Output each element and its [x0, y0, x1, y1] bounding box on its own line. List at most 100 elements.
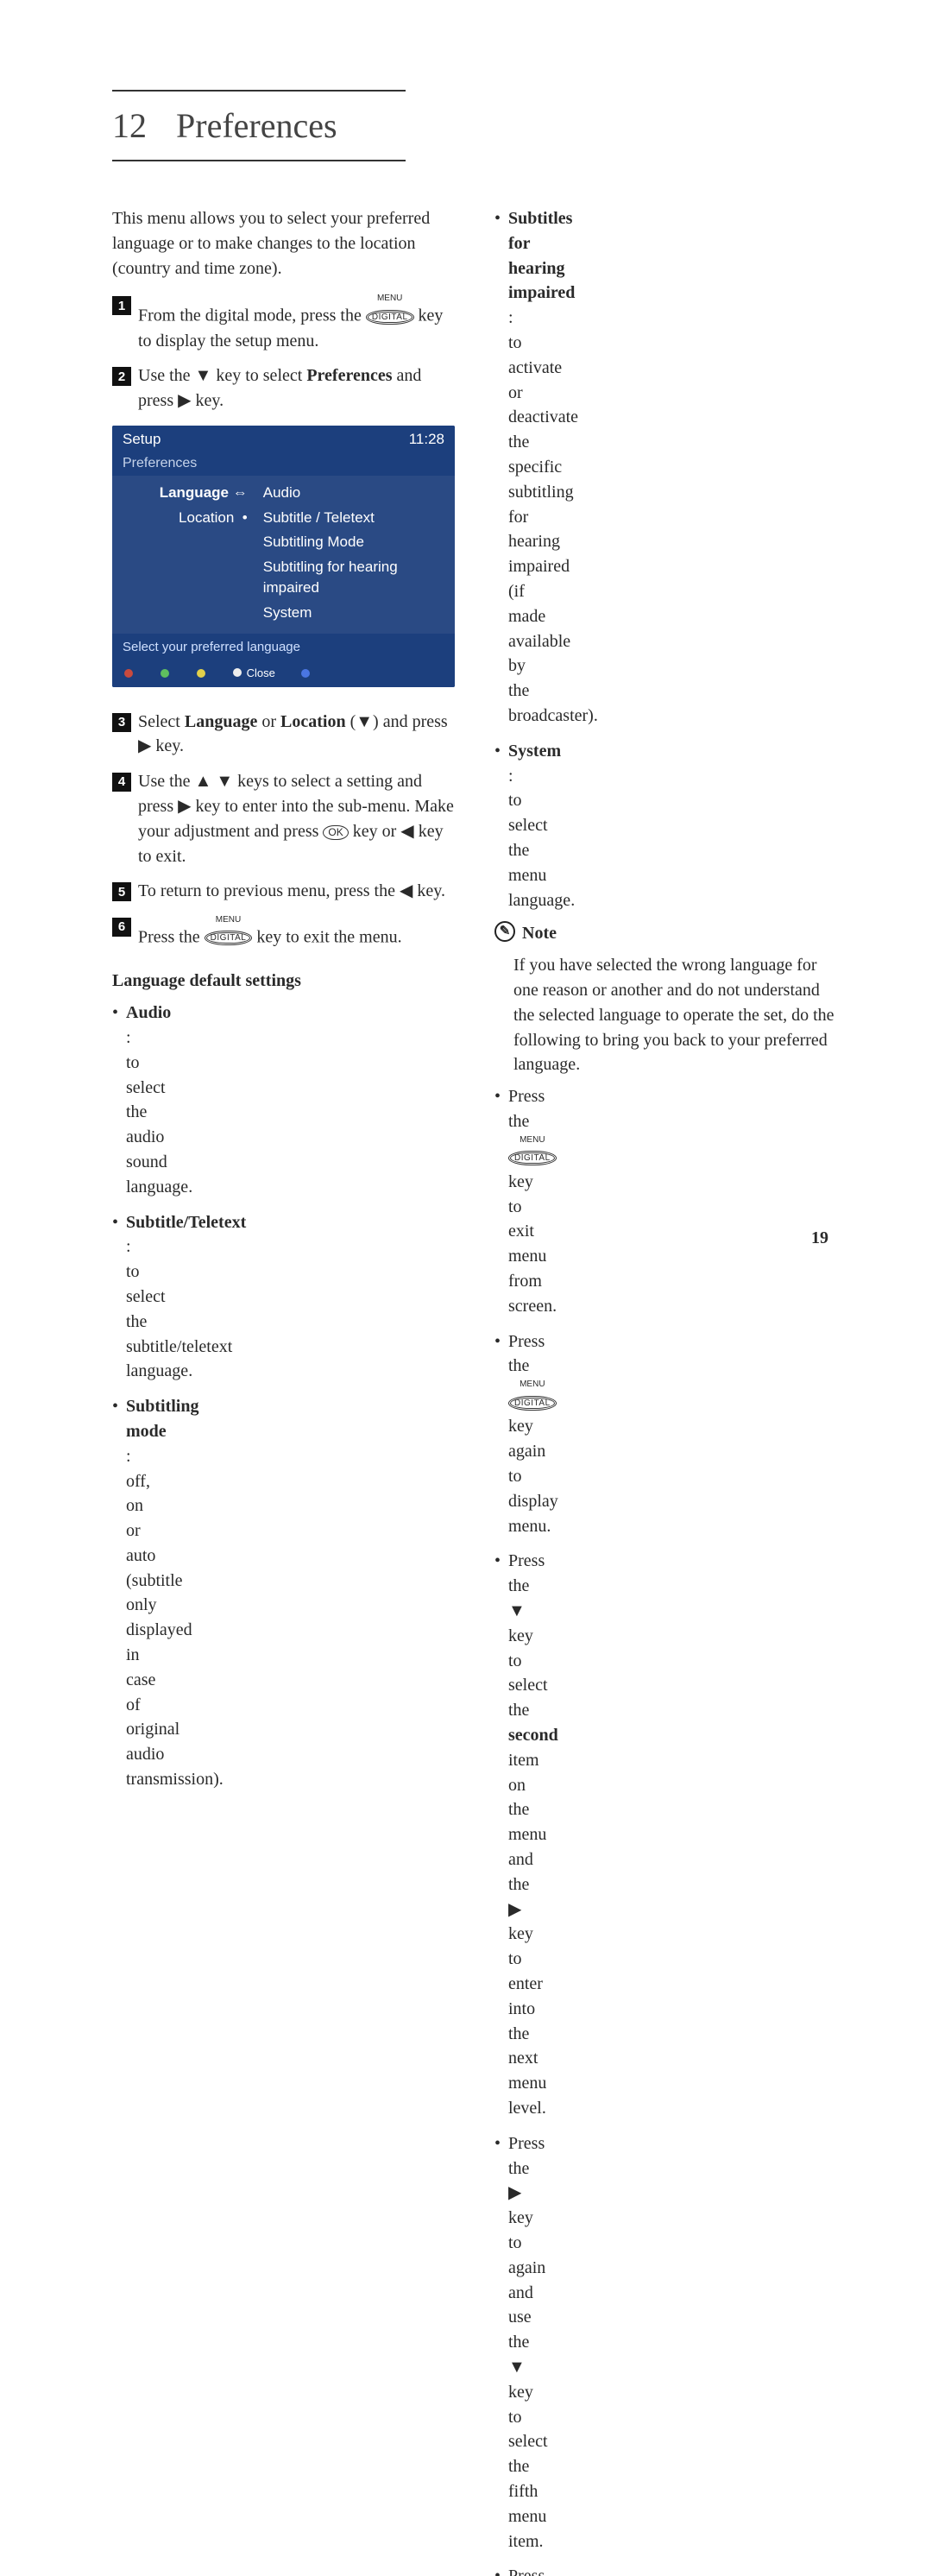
step-text: key.: [196, 391, 224, 410]
desc: : to select the audio sound language.: [126, 1028, 192, 1196]
t: Press the: [508, 1332, 545, 1376]
osd-note: Select your preferred language: [112, 634, 455, 660]
section-title: 12 Preferences: [112, 105, 837, 146]
right-icon: ▶: [178, 391, 191, 410]
green-dot-icon: [161, 669, 169, 678]
step-bold: Language: [185, 712, 257, 731]
intro-text: This menu allows you to select your pref…: [112, 206, 455, 281]
list-item: Subtitle/Teletext : to select the subtit…: [112, 1210, 126, 1385]
right-icon: ▶: [138, 736, 151, 755]
note-steps-list: Press the MENUDIGITAL key to exit menu f…: [494, 1084, 503, 1093]
t: Press the: [508, 1087, 545, 1131]
step-6: 6 Press the MENUDIGITAL key to exit the …: [112, 914, 455, 950]
step-number: 1: [112, 296, 131, 315]
step-text: and press: [383, 712, 448, 731]
term: Subtitle/Teletext: [126, 1213, 246, 1232]
down-icon: ▼: [216, 772, 233, 791]
term: Audio: [126, 1003, 171, 1022]
osd-title: Setup: [123, 429, 161, 450]
menu-label: MENU: [366, 293, 414, 305]
osd-item: Language: [160, 484, 229, 501]
white-dot-icon: [233, 668, 242, 677]
right-column: Subtitles for hearing impaired : to acti…: [494, 206, 837, 2576]
left-icon: ◀: [400, 822, 413, 841]
term: Subtitles for hearing impaired: [508, 209, 575, 302]
menu-digital-key: MENUDIGITAL: [205, 914, 253, 950]
t: item on the menu and the: [508, 1751, 546, 1894]
t: key to select the: [508, 1626, 548, 1720]
digital-key-icon: DIGITAL: [366, 310, 414, 325]
menu-label: MENU: [508, 1379, 557, 1391]
osd-item: Subtitle / Teletext: [263, 508, 446, 528]
right-top-list: Subtitles for hearing impaired : to acti…: [494, 206, 503, 215]
term: System: [508, 742, 561, 761]
step-3: 3 Select Language or Location (▼) and pr…: [112, 710, 455, 760]
desc: : to select the subtitle/teletext langua…: [126, 1237, 232, 1380]
t: Press the: [508, 2134, 545, 2178]
step-text: Use the: [138, 772, 191, 791]
step-text: key.: [155, 736, 184, 755]
list-item: Audio : to select the audio sound langua…: [112, 1001, 126, 1199]
note-callout: ✎ Note: [494, 921, 837, 946]
desc: : to select the menu language.: [508, 767, 575, 910]
desc: : off, on or auto (subtitle only display…: [126, 1447, 224, 1789]
step-1: 1 From the digital mode, press the MENUD…: [112, 293, 455, 353]
note-icon: ✎: [494, 921, 515, 942]
list-item: Press the MENUDIGITAL key again to displ…: [494, 1329, 508, 1539]
step-number: 3: [112, 713, 131, 732]
page-number: 19: [811, 1228, 828, 1248]
list-item: Press the ▼ key to select the second ite…: [494, 1549, 508, 2120]
yellow-dot-icon: [197, 669, 205, 678]
step-number: 6: [112, 918, 131, 937]
blue-dot-icon: [301, 669, 310, 678]
list-item: Subtitling mode : off, on or auto (subti…: [112, 1394, 126, 1792]
digital-key-icon: DIGITAL: [508, 1151, 557, 1165]
osd-item: System: [263, 603, 446, 623]
t: Press the: [508, 1551, 545, 1595]
note-label: Note: [522, 921, 557, 946]
term: Subtitling mode: [126, 1397, 198, 1441]
left-column: This menu allows you to select your pref…: [112, 206, 455, 2576]
down-icon: ▼: [356, 712, 373, 731]
step-text: Use the: [138, 366, 191, 385]
nav-icon: ⇔: [233, 484, 248, 501]
down-icon: ▼: [508, 2358, 526, 2377]
down-icon: ▼: [508, 1601, 526, 1620]
menu-digital-key: MENUDIGITAL: [508, 1134, 557, 1170]
list-item: Press the MENUDIGITAL key to exit menu f…: [494, 1084, 508, 1319]
up-icon: ▲: [195, 772, 212, 791]
section-title-text: Preferences: [176, 106, 337, 145]
t: key to exit menu from screen.: [508, 1172, 557, 1316]
t: key again to display menu.: [508, 1417, 558, 1535]
ok-key-icon: OK: [323, 825, 348, 840]
lang-list: Audio : to select the audio sound langua…: [112, 1001, 121, 1009]
osd-footer: Close: [112, 660, 455, 687]
osd-close: Close: [247, 666, 275, 679]
menu-digital-key: MENUDIGITAL: [508, 1379, 557, 1414]
section-number: 12: [112, 106, 147, 145]
step-text: key to exit the menu.: [256, 928, 401, 947]
red-dot-icon: [124, 669, 133, 678]
step-text: To return to previous menu, press the: [138, 881, 395, 900]
osd-item: Audio: [263, 483, 446, 503]
right-icon: ▶: [178, 797, 191, 816]
t: key to again and use the: [508, 2208, 545, 2352]
list-item: Subtitles for hearing impaired : to acti…: [494, 206, 508, 729]
osd-screenshot: Setup11:28 Preferences Language ⇔ Locati…: [112, 426, 455, 687]
bullet-icon: •: [242, 509, 248, 526]
list-item: System : to select the menu language.: [494, 739, 508, 913]
step-bold: Location: [280, 712, 346, 731]
step-5: 5 To return to previous menu, press the …: [112, 879, 455, 904]
t: Press the: [508, 2567, 545, 2576]
step-bold: Preferences: [306, 366, 392, 385]
list-item: Press the ▶ key to again and use the ▼ k…: [494, 2131, 508, 2554]
down-icon: ▼: [195, 366, 212, 385]
list-item: Press the ▶ key to enter into the next m…: [494, 2564, 508, 2576]
desc: : to activate or deactivate the specific…: [508, 308, 598, 725]
rule-bottom: [112, 160, 406, 161]
step-number: 4: [112, 773, 131, 792]
right-icon: ▶: [508, 2183, 521, 2202]
right-icon: ▶: [508, 1900, 521, 1919]
osd-item: Location: [179, 509, 234, 526]
step-text: key.: [417, 881, 445, 900]
